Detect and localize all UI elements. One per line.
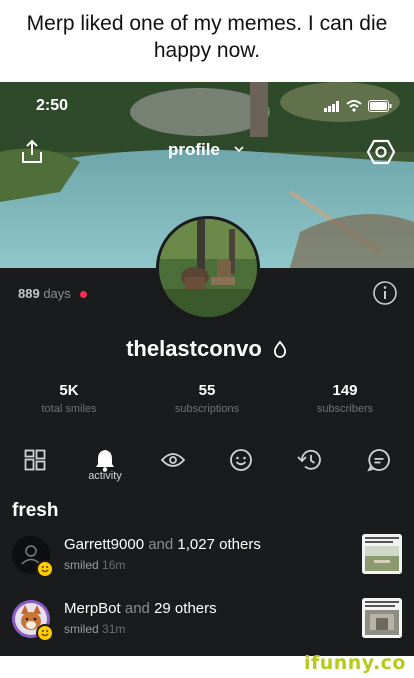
tab-views[interactable] xyxy=(155,442,191,478)
share-icon[interactable] xyxy=(18,138,46,166)
status-dot xyxy=(80,291,88,299)
smile-badge xyxy=(36,624,54,642)
ifunny-watermark: ifunny.co xyxy=(303,652,406,674)
chevron-down-icon[interactable] xyxy=(234,144,244,154)
status-bar: 2:50 xyxy=(0,96,414,118)
activity-item[interactable]: MerpBot and 29 others smiled 31m xyxy=(0,598,414,654)
username: thelastconvo xyxy=(126,336,262,361)
history-icon xyxy=(297,449,321,470)
username-row: thelastconvo xyxy=(0,336,414,362)
activity-text: Garrett9000 and 1,027 others xyxy=(64,536,261,553)
grid-icon xyxy=(24,449,46,471)
others-count[interactable]: 1,027 others xyxy=(177,536,260,553)
stat-value: 5K xyxy=(59,382,79,399)
wifi-icon xyxy=(346,100,362,112)
settings-icon[interactable] xyxy=(366,136,396,168)
activity-text: MerpBot and 29 others xyxy=(64,600,217,617)
tab-comments[interactable] xyxy=(361,442,397,478)
top-nav-bar: profile xyxy=(0,134,414,170)
water-drop-icon xyxy=(273,340,286,358)
stat-value: 149 xyxy=(332,382,358,399)
others-count[interactable]: 29 others xyxy=(154,600,217,617)
info-icon[interactable] xyxy=(372,280,398,306)
profile-tabs: activity xyxy=(0,438,414,490)
meme-caption: Merp liked one of my memes. I can die ha… xyxy=(0,0,414,82)
stat-subscribers[interactable]: 149 subscribers xyxy=(280,382,410,415)
user-name[interactable]: Garrett9000 xyxy=(64,536,144,553)
section-title: fresh xyxy=(12,500,59,521)
tab-grid[interactable] xyxy=(17,442,53,478)
tab-history[interactable] xyxy=(291,442,327,478)
tab-activity-label: activity xyxy=(88,470,122,482)
action-text: smiled xyxy=(64,622,99,636)
meme-thumbnail[interactable] xyxy=(362,534,402,574)
stat-subscriptions[interactable]: 55 subscriptions xyxy=(142,382,272,415)
profile-avatar[interactable] xyxy=(156,216,260,320)
days-count: 889 xyxy=(18,286,40,301)
page-title[interactable]: profile xyxy=(168,140,220,160)
days-counter: 889 days xyxy=(18,286,88,301)
comment-icon xyxy=(367,449,390,472)
timestamp: 31m xyxy=(102,622,126,636)
tab-smiles[interactable] xyxy=(223,442,259,478)
activity-meta: smiled 31m xyxy=(64,622,125,636)
stat-label: subscribers xyxy=(316,403,374,415)
signal-icon xyxy=(324,100,339,112)
phone-screen: 2:50 profile 889 days thelastconvo 5K to… xyxy=(0,82,414,656)
smile-badge xyxy=(36,560,54,578)
timestamp: 16m xyxy=(102,558,126,572)
user-name[interactable]: MerpBot xyxy=(64,600,121,617)
days-label: days xyxy=(43,286,71,301)
stat-label: total smiles xyxy=(41,403,97,415)
connector-text: and xyxy=(124,600,150,617)
bell-icon xyxy=(96,450,114,472)
system-icons xyxy=(324,100,392,112)
stat-value: 55 xyxy=(198,382,216,399)
action-text: smiled xyxy=(64,558,99,572)
eye-icon xyxy=(161,453,185,467)
battery-icon xyxy=(368,100,392,112)
stat-total-smiles[interactable]: 5K total smiles xyxy=(4,382,134,415)
smile-icon xyxy=(230,449,252,471)
activity-meta: smiled 16m xyxy=(64,558,125,572)
status-time: 2:50 xyxy=(36,97,69,114)
activity-item[interactable]: Garrett9000 and 1,027 others smiled 16m xyxy=(0,534,414,590)
connector-text: and xyxy=(148,536,174,553)
stat-label: subscriptions xyxy=(174,403,240,415)
meme-thumbnail[interactable] xyxy=(362,598,402,638)
